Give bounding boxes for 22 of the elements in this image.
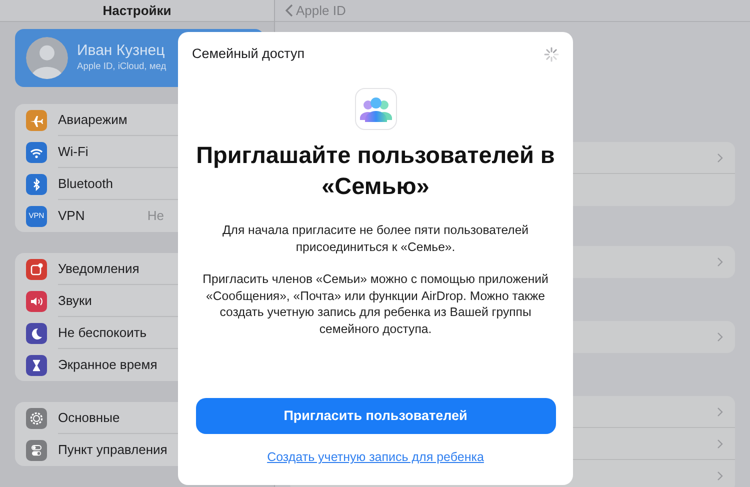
modal-paragraph: Пригласить членов «Семьи» можно с помощью приложений «Сообщения», «Почта» или функции AirDrop. Можно также создать учетную запись для ребенка из Вашей группы семейного доступа. [202,271,550,338]
modal-paragraph: Для начала пригласите не более пяти пользователей присоединиться к «Семье». [221,222,530,256]
create-child-account-link[interactable]: Создать учетную запись для ребенка [267,448,484,467]
sidebar-title: Настройки [0,0,274,22]
family-app-icon [354,88,396,130]
sidebar-item[interactable]: Основные [58,402,120,433]
modal-heading: Приглашайте пользователей в «Семью» [195,141,556,202]
sidebar-item[interactable]: Уведомления [58,253,140,284]
sidebar-item[interactable]: Экранное время [58,349,158,381]
invite-button[interactable]: Пригласить пользователей [196,398,556,434]
back-chevron-icon [285,4,293,17]
sidebar-item[interactable]: Авиарежим [58,104,128,135]
avatar-icon [26,37,68,79]
setting-value: Не [147,207,164,225]
sidebar-item[interactable]: Bluetooth [58,168,113,199]
sidebar-item[interactable]: Звуки [58,285,92,316]
sidebar-item[interactable]: Wi-Fi [58,136,88,167]
sidebar-item[interactable]: VPN [58,200,85,232]
profile-subtitle: Apple ID, iCloud, мед [77,60,166,74]
sidebar-item[interactable]: Не беспокоить [58,317,147,348]
profile-name: Иван Кузнец [77,42,166,60]
sidebar-item[interactable]: Пункт управления [58,434,168,466]
